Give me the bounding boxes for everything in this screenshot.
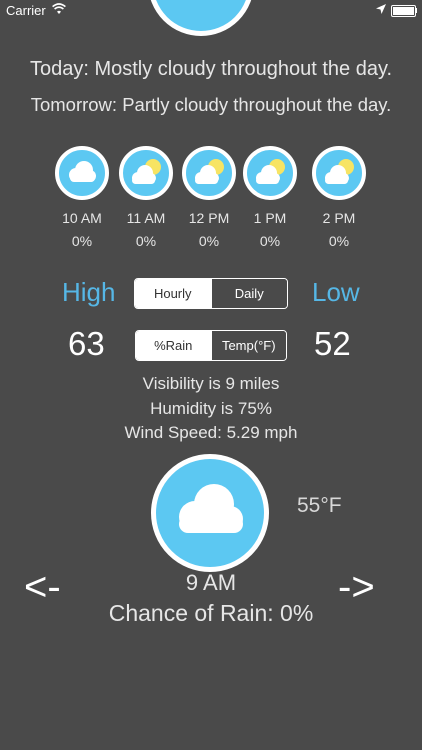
hourly-item[interactable]: 2 PM 0% xyxy=(307,146,371,249)
partly-cloudy-icon xyxy=(243,146,297,200)
wind-text: Wind Speed: 5.29 mph xyxy=(124,423,298,442)
hourly-rain: 0% xyxy=(198,233,220,249)
tomorrow-summary: Tomorrow: Partly cloudy throughout the d… xyxy=(30,94,392,115)
current-cloud-icon xyxy=(151,454,269,572)
hourly-time: 1 PM xyxy=(253,210,287,226)
hourly-time: 11 AM xyxy=(126,210,166,226)
today-summary: Today: Mostly cloudy throughout the day. xyxy=(29,58,393,80)
rain-temp-toggle: %Rain Temp(°F) xyxy=(135,330,287,361)
hourly-rain: 0% xyxy=(71,233,93,249)
partly-cloudy-icon xyxy=(182,146,236,200)
hourly-rain: 0% xyxy=(135,233,157,249)
hourly-item[interactable]: 1 PM 0% xyxy=(238,146,302,249)
hourly-item[interactable]: 11 AM 0% xyxy=(114,146,178,249)
hourly-time: 2 PM xyxy=(322,210,356,226)
high-label: High xyxy=(62,277,116,307)
high-value: 63 xyxy=(68,325,105,362)
location-arrow-icon xyxy=(376,3,386,18)
temp-segment[interactable]: Temp(°F) xyxy=(210,331,286,360)
daily-segment[interactable]: Daily xyxy=(210,279,287,308)
current-rain-chance: Chance of Rain: 0% xyxy=(108,600,314,626)
current-temperature: 55°F xyxy=(297,494,342,517)
battery-icon xyxy=(391,5,416,17)
hourly-item[interactable]: 12 PM 0% xyxy=(177,146,241,249)
cloud-icon xyxy=(55,146,109,200)
top-weather-circle xyxy=(148,0,254,36)
battery-nub xyxy=(415,8,417,13)
hourly-segment[interactable]: Hourly xyxy=(135,279,211,308)
rain-segment[interactable]: %Rain xyxy=(136,331,211,360)
humidity-text: Humidity is 75% xyxy=(150,399,272,418)
current-hour: 9 AM xyxy=(185,570,237,595)
low-value: 52 xyxy=(314,325,351,362)
low-label: Low xyxy=(312,277,360,307)
hourly-item[interactable]: 10 AM 0% xyxy=(50,146,114,249)
hourly-rain: 0% xyxy=(328,233,350,249)
hourly-time: 10 AM xyxy=(62,210,102,226)
hourly-rain: 0% xyxy=(259,233,281,249)
hourly-daily-toggle: Hourly Daily xyxy=(134,278,288,309)
partly-cloudy-icon xyxy=(119,146,173,200)
visibility-text: Visibility is 9 miles xyxy=(142,374,280,393)
hourly-time: 12 PM xyxy=(188,210,230,226)
partly-cloudy-icon xyxy=(312,146,366,200)
